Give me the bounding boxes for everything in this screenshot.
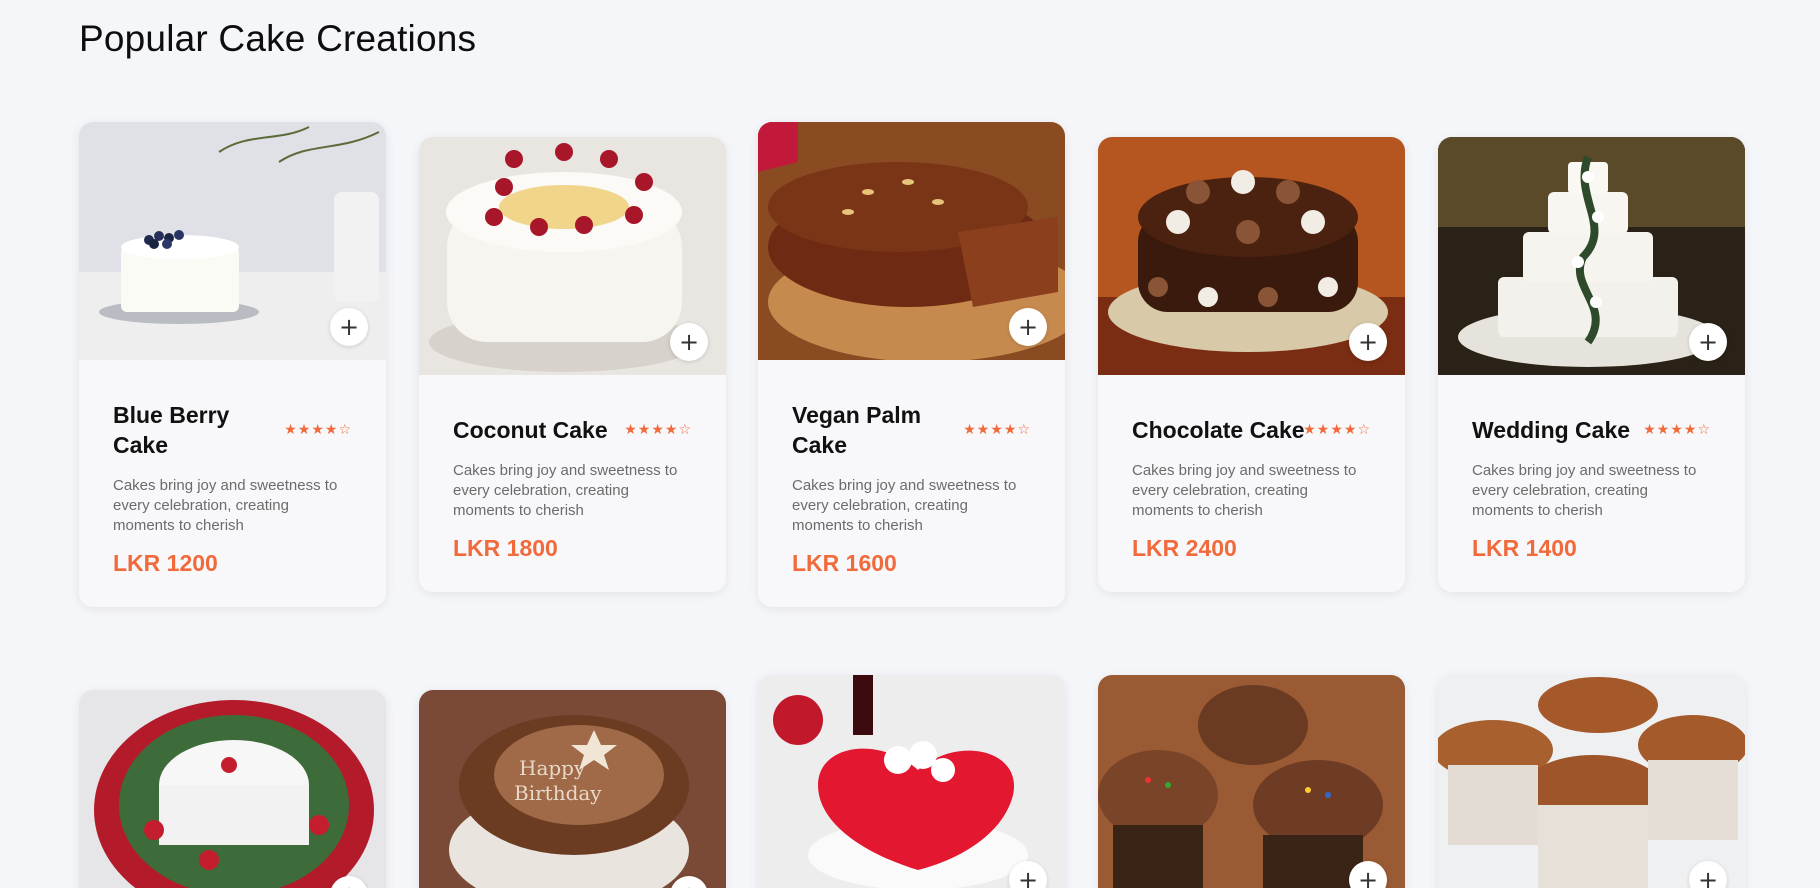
svg-text:Happy: Happy — [519, 756, 586, 780]
birthday-cake-image: Happy Birthday + — [419, 690, 726, 888]
product-card-coconut-cake[interactable]: + Coconut Cake ★★★★☆ Cakes bring joy and… — [419, 137, 726, 592]
star-rating: ★★★★☆ — [624, 422, 692, 438]
add-to-cart-button[interactable]: + — [1689, 323, 1727, 361]
muffins-image: + — [1438, 675, 1745, 888]
star-rating: ★★★★☆ — [963, 422, 1031, 438]
product-card-vegan-palm-cake[interactable]: + Vegan Palm Cake ★★★★☆ Cakes bring joy … — [758, 122, 1065, 607]
product-card-wedding-cake[interactable]: + Wedding Cake ★★★★☆ Cakes bring joy and… — [1438, 137, 1745, 592]
product-price: LKR 2400 — [1132, 535, 1237, 561]
add-to-cart-button[interactable]: + — [670, 323, 708, 361]
page-title: Popular Cake Creations — [79, 18, 477, 59]
product-name: Wedding Cake — [1472, 417, 1631, 443]
product-card-chocolate-cupcakes[interactable]: + — [1098, 675, 1405, 888]
product-description: Cakes bring joy and sweetness to every c… — [1132, 462, 1357, 519]
star-rating: ★★★★☆ — [284, 422, 352, 438]
product-card-chocolate-cake[interactable]: + Chocolate Cake ★★★★☆ Cakes bring joy a… — [1098, 137, 1405, 592]
chocolate-cupcakes-image: + — [1098, 675, 1405, 888]
christmas-cake-image: + — [79, 690, 386, 888]
star-rating: ★★★★☆ — [1643, 422, 1711, 438]
product-description: Cakes bring joy and sweetness to every c… — [1472, 462, 1697, 519]
product-price: LKR 1800 — [453, 535, 558, 561]
product-description: Cakes bring joy and sweetness to every c… — [792, 477, 1017, 534]
product-price: LKR 1600 — [792, 550, 897, 576]
vegan-palm-cake-image: + — [758, 122, 1065, 360]
product-card-blueberry-cake[interactable]: + Blue Berry Cake ★★★★☆ Cakes bring joy … — [79, 122, 386, 607]
blueberry-cake-image: + — [79, 122, 386, 360]
add-to-cart-button[interactable]: + — [330, 308, 368, 346]
heart-cake-image: + — [758, 675, 1065, 888]
product-card-christmas-cake[interactable]: + — [79, 690, 386, 888]
chocolate-cake-image: + — [1098, 137, 1405, 375]
product-name: Vegan Palm Cake — [792, 402, 922, 458]
product-name: Chocolate Cake — [1132, 417, 1305, 443]
product-card-muffins[interactable]: + — [1438, 675, 1745, 888]
coconut-cake-image: + — [419, 137, 726, 375]
svg-text:Birthday: Birthday — [514, 781, 602, 805]
product-description: Cakes bring joy and sweetness to every c… — [453, 462, 678, 519]
add-to-cart-button[interactable]: + — [1349, 323, 1387, 361]
add-to-cart-button[interactable]: + — [1009, 308, 1047, 346]
product-description: Cakes bring joy and sweetness to every c… — [113, 477, 338, 534]
product-name: Coconut Cake — [453, 417, 608, 443]
product-price: LKR 1200 — [113, 550, 218, 576]
star-rating: ★★★★☆ — [1303, 422, 1371, 438]
product-name: Blue Berry Cake — [113, 402, 230, 458]
product-price: LKR 1400 — [1472, 535, 1577, 561]
product-card-birthday-cake[interactable]: Happy Birthday + — [419, 690, 726, 888]
product-card-heart-cake[interactable]: + — [758, 675, 1065, 888]
wedding-cake-image: + — [1438, 137, 1745, 375]
